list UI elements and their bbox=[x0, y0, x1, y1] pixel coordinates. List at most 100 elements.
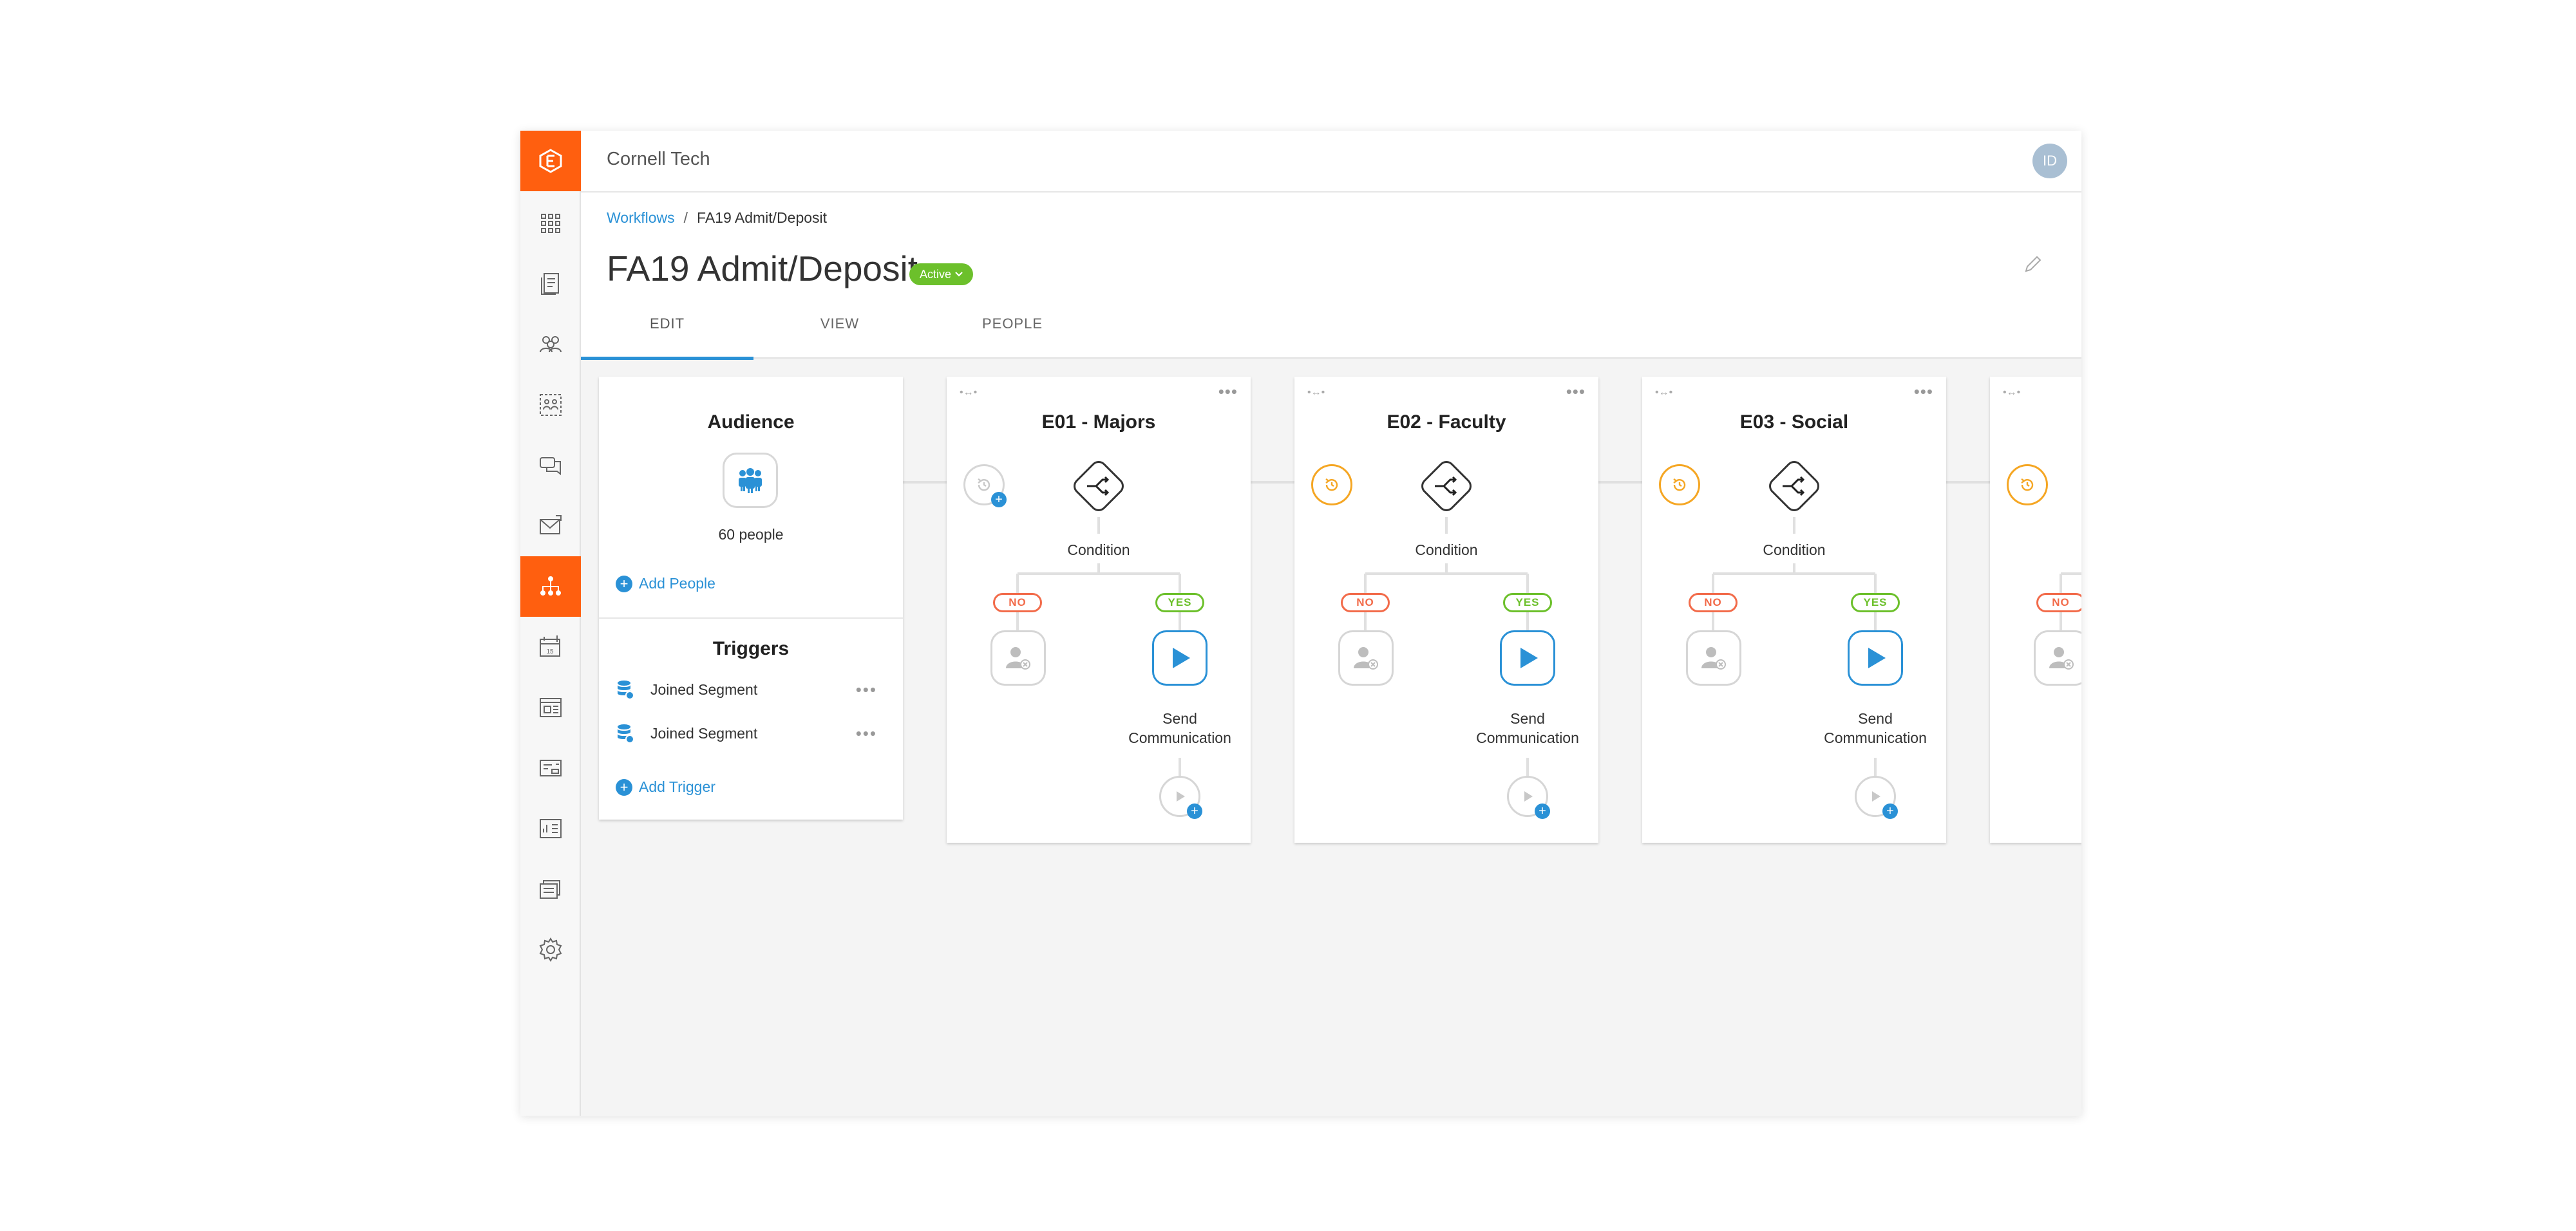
trigger-row[interactable]: Joined Segment ••• bbox=[617, 677, 877, 702]
pencil-icon bbox=[2025, 256, 2041, 272]
add-people-label: Add People bbox=[639, 575, 715, 592]
nav-calendar[interactable]: 15 bbox=[520, 617, 581, 677]
form-icon bbox=[540, 760, 562, 776]
no-branch-badge: NO bbox=[993, 593, 1042, 612]
audience-node[interactable] bbox=[723, 453, 778, 508]
gear-icon bbox=[539, 937, 562, 962]
nav-settings[interactable] bbox=[520, 919, 581, 980]
email-card[interactable]: •↔• ••• E01 - Majors + Condition NO YES … bbox=[947, 377, 1251, 843]
document-icon bbox=[541, 273, 559, 295]
mail-icon bbox=[540, 515, 562, 534]
send-communication-node[interactable] bbox=[1152, 630, 1208, 686]
play-icon bbox=[1868, 648, 1886, 668]
page-header: Workflows / FA19 Admit/Deposit FA19 Admit/… bbox=[581, 193, 2081, 360]
nav-workflows[interactable] bbox=[520, 556, 581, 617]
logo-icon bbox=[539, 149, 562, 173]
people-icon bbox=[540, 336, 562, 353]
nav-pages[interactable] bbox=[520, 677, 581, 738]
side-nav: 15 bbox=[520, 131, 581, 1116]
send-communication-label: Send Communication bbox=[1115, 709, 1244, 747]
edit-title-button[interactable] bbox=[2023, 254, 2043, 277]
wait-node[interactable] bbox=[2007, 464, 2048, 505]
trigger-more-button[interactable]: ••• bbox=[856, 680, 877, 700]
folder-icon bbox=[540, 880, 560, 899]
wait-node[interactable]: + bbox=[963, 464, 1007, 507]
wait-node[interactable] bbox=[1659, 464, 1700, 505]
segments-icon bbox=[540, 394, 562, 416]
person-exit-icon bbox=[1006, 647, 1030, 670]
yes-branch-badge: YES bbox=[1503, 593, 1552, 612]
app-logo[interactable] bbox=[520, 131, 581, 191]
exit-node[interactable] bbox=[2034, 630, 2081, 686]
send-communication-node[interactable] bbox=[1848, 630, 1903, 686]
nav-forms[interactable] bbox=[520, 738, 581, 798]
play-icon bbox=[1177, 791, 1185, 802]
condition-node[interactable] bbox=[1416, 455, 1477, 517]
nav-documents[interactable] bbox=[520, 254, 581, 314]
nav-reports[interactable] bbox=[520, 798, 581, 859]
exit-node[interactable] bbox=[990, 630, 1046, 686]
tab-people[interactable]: PEOPLE bbox=[926, 308, 1099, 359]
tab-edit[interactable]: EDIT bbox=[581, 308, 753, 360]
wait-node[interactable] bbox=[1311, 464, 1352, 505]
no-branch-badge: NO bbox=[2036, 593, 2081, 612]
org-name: Cornell Tech bbox=[607, 149, 710, 169]
no-branch-badge: NO bbox=[1689, 593, 1738, 612]
audience-count: 60 people bbox=[718, 526, 784, 543]
send-label-line2: Communication bbox=[1824, 729, 1927, 746]
nav-files[interactable] bbox=[520, 859, 581, 919]
next-step-node[interactable]: + bbox=[1159, 776, 1202, 819]
condition-node[interactable] bbox=[1068, 455, 1130, 517]
trigger-more-button[interactable]: ••• bbox=[856, 724, 877, 744]
play-icon bbox=[1173, 648, 1190, 668]
people-icon bbox=[739, 468, 762, 493]
add-step-icon[interactable]: + bbox=[1882, 803, 1898, 819]
email-card[interactable]: •↔• ••• E02 - Faculty Condition NO YES S… bbox=[1294, 377, 1598, 843]
tab-view[interactable]: VIEW bbox=[753, 308, 926, 359]
trigger-label: Joined Segment bbox=[650, 724, 758, 742]
add-people-button[interactable]: + Add People bbox=[616, 575, 715, 592]
next-step-node[interactable]: + bbox=[1855, 776, 1898, 819]
history-icon bbox=[1673, 478, 1686, 491]
condition-node[interactable] bbox=[1763, 455, 1825, 517]
email-card[interactable]: •↔• ••• bbox=[1990, 377, 2081, 843]
send-communication-node[interactable] bbox=[1500, 630, 1555, 686]
branch-lines bbox=[1712, 517, 1877, 776]
condition-label: Condition bbox=[1763, 541, 1826, 558]
nav-email[interactable] bbox=[520, 496, 581, 556]
chat-icon bbox=[540, 457, 561, 476]
add-step-icon[interactable]: + bbox=[991, 492, 1007, 507]
status-badge[interactable]: Active bbox=[909, 263, 974, 285]
exit-node[interactable] bbox=[1338, 630, 1394, 686]
audience-title: Audience bbox=[707, 411, 795, 433]
add-trigger-label: Add Trigger bbox=[639, 778, 715, 795]
send-label-line1: Send bbox=[1162, 710, 1197, 727]
send-label-line1: Send bbox=[1858, 710, 1893, 727]
nav-dashboard[interactable] bbox=[520, 193, 581, 254]
audience-card: Audience 60 people + Add People Triggers… bbox=[599, 377, 903, 820]
tab-bar: EDIT VIEW PEOPLE bbox=[581, 308, 1099, 360]
yes-branch-badge: YES bbox=[1851, 593, 1900, 612]
person-exit-icon bbox=[1354, 647, 1378, 670]
email-card[interactable]: •↔• ••• E03 - Social Condition NO YES Se… bbox=[1642, 377, 1946, 843]
layout-icon bbox=[540, 698, 562, 717]
exit-node[interactable] bbox=[1686, 630, 1741, 686]
next-step-node[interactable]: + bbox=[1507, 776, 1550, 819]
condition-label: Condition bbox=[1067, 541, 1130, 558]
nav-people[interactable] bbox=[520, 314, 581, 375]
triggers-title: Triggers bbox=[712, 638, 790, 659]
page-title: FA19 Admit/Deposit bbox=[607, 249, 918, 288]
user-avatar[interactable]: ID bbox=[2032, 144, 2067, 178]
trigger-row[interactable]: Joined Segment ••• bbox=[617, 720, 877, 746]
breadcrumb-workflows-link[interactable]: Workflows bbox=[607, 209, 675, 226]
send-label-line2: Communication bbox=[1476, 729, 1579, 746]
no-branch-badge: NO bbox=[1341, 593, 1390, 612]
add-step-icon[interactable]: + bbox=[1187, 803, 1202, 819]
nav-chat[interactable] bbox=[520, 435, 581, 496]
svg-text:15: 15 bbox=[546, 648, 554, 655]
nav-segments[interactable] bbox=[520, 375, 581, 435]
add-step-icon[interactable]: + bbox=[1535, 803, 1550, 819]
add-trigger-button[interactable]: + Add Trigger bbox=[616, 778, 715, 796]
chevron-down-icon bbox=[955, 272, 963, 277]
play-icon bbox=[1520, 648, 1538, 668]
